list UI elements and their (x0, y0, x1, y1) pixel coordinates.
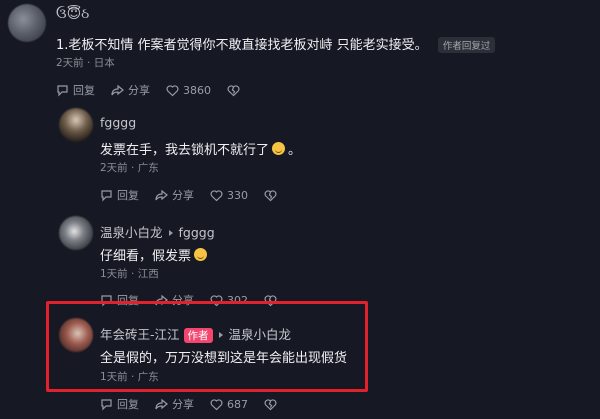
like-button[interactable]: 3860 (166, 84, 211, 97)
share-icon (155, 398, 168, 409)
dislike-button[interactable] (264, 398, 281, 411)
reply-label: 回复 (73, 84, 95, 97)
share-label: 分享 (172, 189, 194, 202)
reply-button[interactable]: 回复 (56, 82, 95, 98)
share-button[interactable]: 分享 (111, 82, 150, 98)
broken-heart-icon (264, 189, 277, 201)
comment-actions: 回复 分享 687 (100, 396, 297, 412)
comment-content: 仔细看，假发票 (100, 249, 192, 264)
share-button[interactable]: 分享 (155, 187, 194, 203)
share-button[interactable]: 分享 (155, 396, 194, 412)
share-icon (111, 84, 124, 95)
avatar[interactable] (59, 108, 93, 142)
heart-icon (210, 189, 223, 201)
avatar[interactable] (8, 4, 46, 42)
reply-label: 回复 (117, 398, 139, 411)
like-button[interactable]: 687 (210, 398, 248, 411)
reply-icon (57, 84, 68, 96)
author-replied-badge: 作者回复过 (437, 37, 496, 53)
like-count: 687 (227, 397, 248, 411)
reply-button[interactable]: 回复 (100, 187, 139, 203)
comment-content: 发票在手，我去锁机不就行了 (100, 143, 270, 158)
like-button[interactable]: 330 (210, 189, 248, 202)
like-count: 330 (227, 188, 248, 202)
dislike-button[interactable] (264, 189, 281, 202)
comment-meta: 2天前 · 日本 (56, 57, 115, 69)
comment-actions: 回复 分享 330 (100, 187, 297, 203)
heart-icon (210, 398, 223, 410)
comment-username[interactable]: fgggg (100, 115, 136, 130)
highlight-frame (46, 301, 368, 392)
comment-header: 温泉小白龙 fgggg (100, 222, 215, 241)
heart-icon (166, 84, 179, 96)
comment-username[interactable]: ઉ😇ઠ (56, 6, 89, 22)
grimace-emoji-icon (194, 248, 208, 261)
comment-content-tail: 。 (288, 143, 302, 158)
broken-heart-icon (264, 398, 277, 410)
comment-username[interactable]: 温泉小白龙 (100, 225, 163, 240)
dislike-button[interactable] (227, 84, 244, 97)
share-label: 分享 (128, 84, 150, 97)
comment-text: 仔细看，假发票 (100, 245, 208, 264)
reply-arrow-icon (168, 230, 173, 236)
broken-heart-icon (227, 84, 240, 96)
comment-meta: 1天前 · 江西 (100, 268, 159, 280)
comment-meta: 2天前 · 广东 (100, 162, 159, 174)
reply-label: 回复 (117, 189, 139, 202)
avatar[interactable] (59, 216, 93, 250)
reply-icon (101, 189, 112, 201)
reply-button[interactable]: 回复 (100, 396, 139, 412)
comment-actions: 回复 分享 3860 (56, 82, 260, 98)
share-label: 分享 (172, 398, 194, 411)
comment-text: 发票在手，我去锁机不就行了 。 (100, 139, 301, 158)
share-icon (155, 189, 168, 200)
like-count: 3860 (183, 83, 211, 97)
reply-icon (101, 398, 112, 410)
laughing-emoji-icon (272, 142, 286, 155)
comment-content: 1.老板不知情 作案者觉得你不敢直接找老板对峙 只能老实接受。 (56, 38, 428, 53)
comment-text: 1.老板不知情 作案者觉得你不敢直接找老板对峙 只能老实接受。 作者回复过 (56, 34, 496, 53)
reply-to-username[interactable]: fgggg (179, 225, 215, 240)
